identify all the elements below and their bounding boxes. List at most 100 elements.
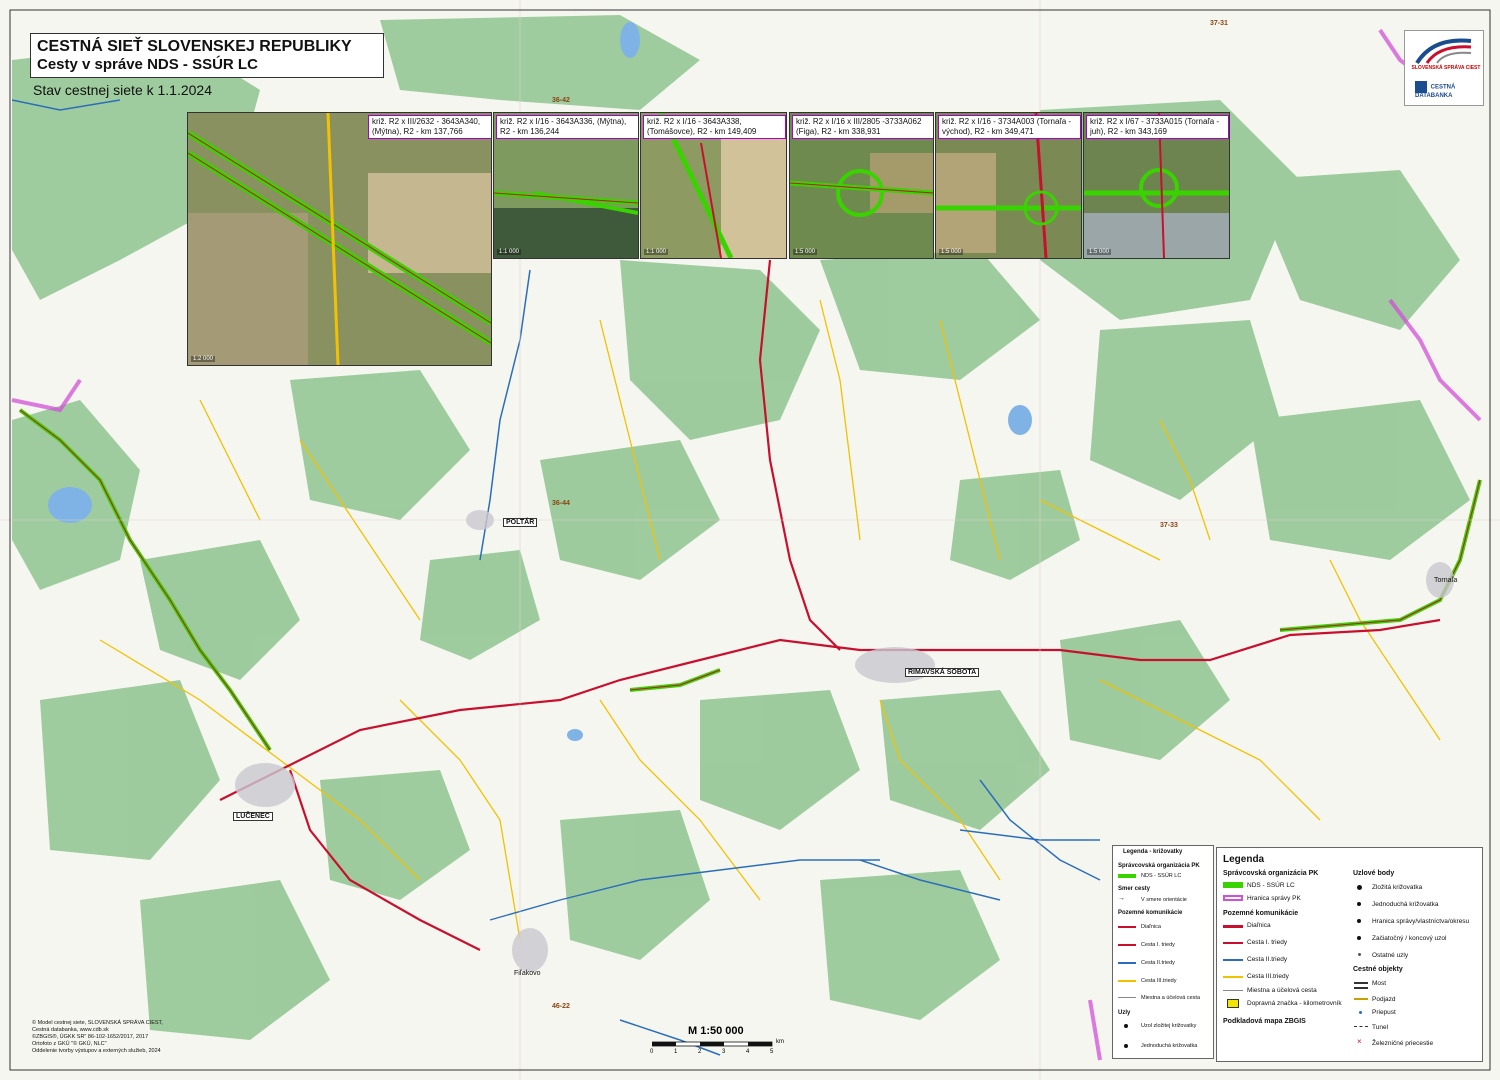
inset-label: križ. R2 x I/67 - 3733A015 (Tornaľa - ju…: [1086, 115, 1229, 139]
copyright-line: © Model cestnej siete, SLOVENSKÁ SPRÁVA …: [32, 1020, 163, 1026]
arrow-right-icon: →: [1118, 895, 1125, 902]
copyright-line: Ortofoto z GKÚ "© GKÚ, NLC": [32, 1041, 107, 1047]
legend-dir-header: Smer cesty: [1118, 886, 1151, 892]
scale-tick: 3: [722, 1049, 726, 1055]
legend-swatch-class1: [1118, 944, 1136, 946]
legend-roads-header: Pozemné komunikácie: [1118, 910, 1183, 916]
rail-crossing-icon: ×: [1357, 1037, 1362, 1046]
ssc-logo-icon: [1415, 38, 1472, 65]
underpass-icon: [1354, 998, 1368, 1003]
legend-swatch-dialnica: [1118, 926, 1136, 928]
legend-swatch-class2: [1223, 959, 1243, 961]
legend-road-item: Cesta II.triedy: [1247, 956, 1288, 963]
grid-label: 46-22: [552, 1003, 570, 1010]
complex-node-icon: [1357, 885, 1362, 890]
legend-node-item: Začiatočný / koncový uzol: [1372, 935, 1447, 942]
legend-swatch-boundary: [1223, 895, 1243, 901]
map-title: CESTNÁ SIEŤ SLOVENSKEJ REPUBLIKY: [37, 38, 352, 55]
grid-label: 37-33: [1160, 522, 1178, 529]
legend-node-item: Hranica správy/vlastníctva/okresu: [1372, 918, 1470, 925]
legend-object-item: Podjazd: [1372, 996, 1396, 1003]
legend-object-item: Železničné priecestie: [1372, 1040, 1434, 1047]
inset-scale: 1:5 000: [1087, 249, 1112, 255]
inset-aerial-image: [188, 113, 491, 365]
legend-node-item: Zložitá križovatka: [1372, 884, 1423, 891]
simple-node-icon: [1357, 902, 1361, 906]
grid-label: 36-42: [552, 97, 570, 104]
other-node-icon: [1358, 953, 1361, 956]
scale-unit: km: [776, 1039, 784, 1045]
ssc-logo-text: SLOVENSKÁ SPRÁVA CIEST: [1411, 65, 1481, 71]
inset-myta-small[interactable]: križ. R2 x I/16 - 3643A336, (Mýtna), R2 …: [493, 112, 639, 259]
legend-swatch-class3: [1223, 976, 1243, 978]
scale-title: M 1:50 000: [688, 1025, 744, 1037]
simple-node-icon: [1124, 1044, 1128, 1048]
scale-tick: 2: [698, 1049, 702, 1055]
scale-tick: 5: [770, 1049, 774, 1055]
start-end-node-icon: [1357, 936, 1361, 940]
legend-objects-header: Cestné objekty: [1353, 966, 1403, 973]
legend-road-item: Cesta I. triedy: [1141, 942, 1175, 948]
legend-base-map: Podkladová mapa ZBGIS: [1223, 1018, 1306, 1025]
legend-road-item: Miestna a účelová cesta: [1141, 995, 1201, 1001]
legend-road-item: Diaľnica: [1141, 924, 1161, 930]
inset-scale: 1:1 000: [497, 249, 522, 255]
legend-road-item: Cesta III.triedy: [1247, 973, 1289, 980]
culvert-icon: [1359, 1011, 1362, 1014]
status-date: Stav cestnej siete k 1.1.2024: [33, 82, 212, 98]
legend-swatch-class2: [1118, 962, 1136, 964]
legend-org-item: NDS - SSÚR LC: [1247, 882, 1295, 889]
legend-swatch-dialnica: [1223, 925, 1243, 928]
town-filakovo[interactable]: Fiľakovo: [512, 970, 543, 977]
complex-node-icon: [1124, 1024, 1128, 1028]
inset-tornala-juh[interactable]: križ. R2 x I/67 - 3733A015 (Tornaľa - ju…: [1083, 112, 1230, 259]
bridge-icon: [1354, 982, 1368, 989]
inset-figa[interactable]: križ. R2 x I/16 x III/2805 -3733A062 (Fi…: [789, 112, 934, 259]
copyright-line: Oddelenie tvorby výstupov a externých sl…: [32, 1048, 161, 1054]
legend-intersections: Legenda - križovatky Správcovská organiz…: [1112, 845, 1214, 1059]
km-sign-icon: [1227, 999, 1239, 1008]
copyright-line: Cestná databanka, www.cdb.sk: [32, 1027, 109, 1033]
scale-bar: M 1:50 000 0 1 2 3 4 5 km: [648, 1025, 788, 1057]
map-title-box: CESTNÁ SIEŤ SLOVENSKEJ REPUBLIKY Cesty v…: [30, 33, 384, 78]
legend-road-item: Cesta II.triedy: [1141, 960, 1175, 966]
inset-label: križ. R2 x I/16 - 3643A336, (Mýtna), R2 …: [496, 115, 638, 139]
inset-myta-large[interactable]: križ. R2 x III/2632 - 3643A340, (Mýtna),…: [187, 112, 492, 366]
inset-tornala-vychod[interactable]: križ. R2 x I/16 - 3734A003 (Tornaľa - vý…: [935, 112, 1082, 259]
inset-scale: 1:2 000: [191, 356, 216, 362]
legend-nodes-header: Uzlové body: [1353, 870, 1395, 877]
inset-scale: 1:5 000: [793, 249, 818, 255]
legend-road-item: Miestna a účelová cesta: [1247, 987, 1317, 994]
boundary-node-icon: [1357, 919, 1361, 923]
town-poltar[interactable]: POLTÁR: [503, 518, 538, 527]
scale-tick: 0: [650, 1049, 654, 1055]
scale-tick: 1: [674, 1049, 678, 1055]
legend-swatch-local: [1223, 990, 1243, 991]
inset-label: križ. R2 x I/16 - 3643A338, (Tomášovce),…: [643, 115, 786, 139]
inset-label: križ. R2 x III/2632 - 3643A340, (Mýtna),…: [368, 115, 491, 139]
grid-label: 36-44: [552, 500, 570, 507]
town-lucenec[interactable]: LUČENEC: [233, 812, 273, 821]
cdb-logo-icon: [1415, 81, 1427, 93]
legend-org-item: NDS - SSÚR LC: [1141, 873, 1182, 879]
legend-title: Legenda - križovatky: [1123, 849, 1183, 855]
inset-label: križ. R2 x I/16 x III/2805 -3733A062 (Fi…: [792, 115, 933, 139]
legend-org-item: Hranica správy PK: [1247, 895, 1301, 902]
copyright-block: © Model cestnej siete, SLOVENSKÁ SPRÁVA …: [32, 1020, 163, 1055]
legend-org-header: Správcovská organizácia PK: [1118, 863, 1200, 869]
inset-tomasovce[interactable]: križ. R2 x I/16 - 3643A338, (Tomášovce),…: [640, 112, 787, 259]
legend-org-header: Správcovská organizácia PK: [1223, 870, 1319, 877]
legend-nodes-header: Uzly: [1118, 1010, 1131, 1016]
legend-main: Legenda Správcovská organizácia PK NDS -…: [1216, 847, 1483, 1062]
legend-road-item: Dopravná značka - kilometrovník: [1247, 1000, 1342, 1007]
town-rimavska-sobota[interactable]: RIMAVSKÁ SOBOTA: [905, 668, 980, 677]
town-tornala[interactable]: Tornaľa: [1432, 577, 1459, 584]
legend-object-item: Priepust: [1372, 1009, 1396, 1016]
legend-dir-item: V smere orientácie: [1141, 897, 1187, 903]
grid-label: 37-31: [1210, 20, 1228, 27]
legend-roads-header: Pozemné komunikácie: [1223, 910, 1299, 917]
legend-node-item: Jednoduchá križovatka: [1141, 1043, 1198, 1049]
logo-box: SLOVENSKÁ SPRÁVA CIEST CESTNÁ DATABANKA: [1404, 30, 1484, 106]
inset-scale: 1:5 000: [939, 249, 964, 255]
legend-swatch-local: [1118, 997, 1136, 998]
